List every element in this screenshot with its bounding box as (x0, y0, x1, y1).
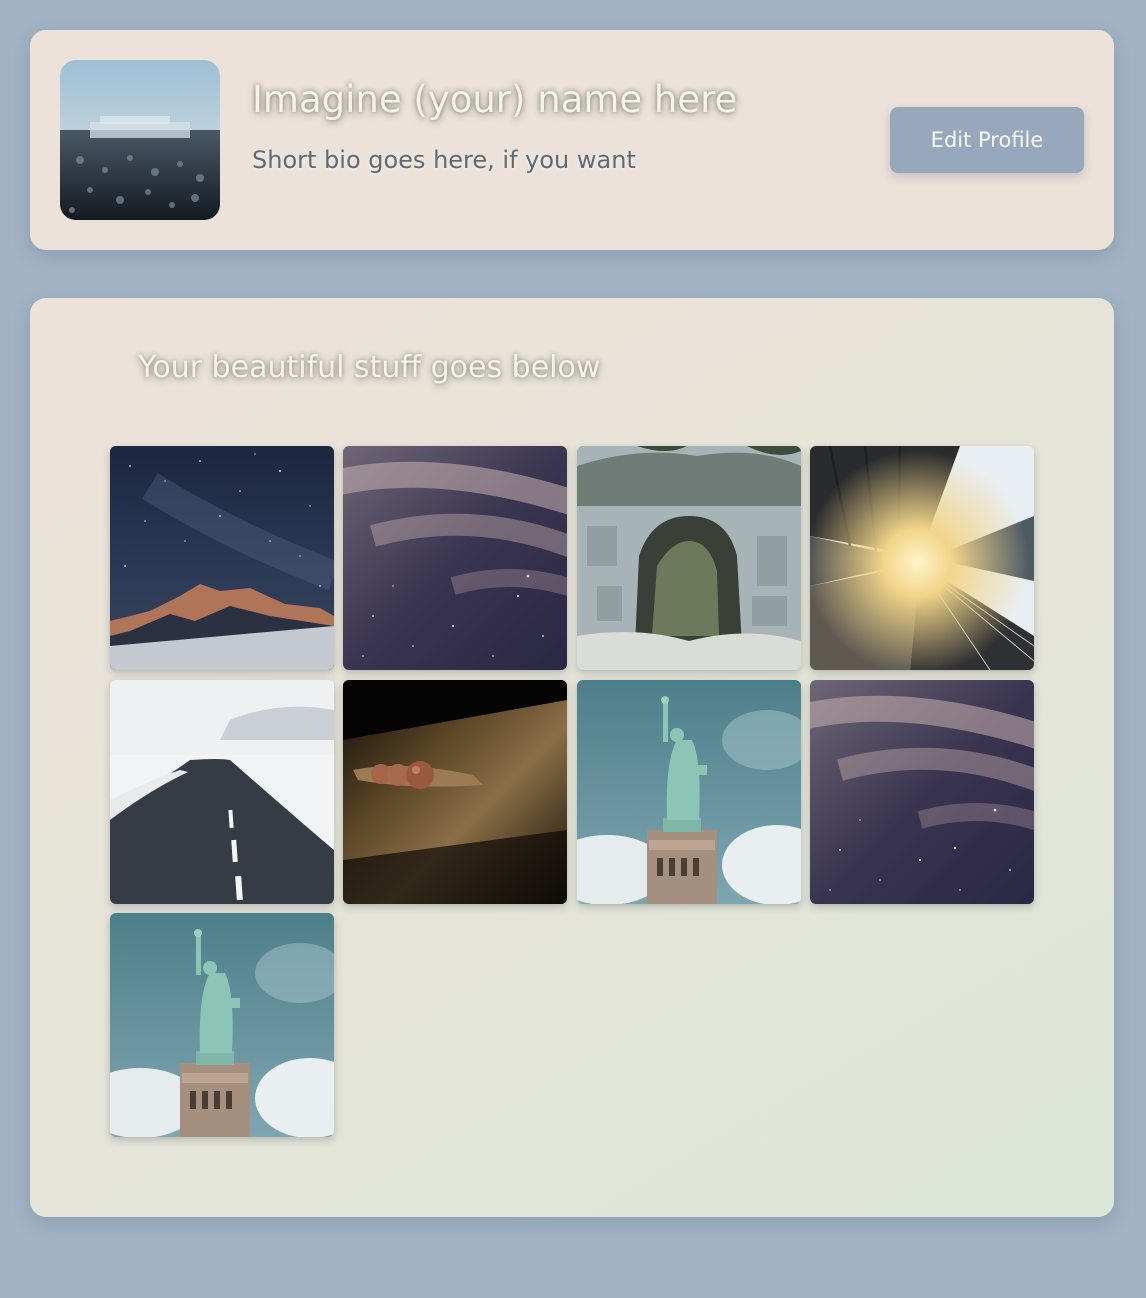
rock-arch-photo-icon (576, 446, 801, 670)
gallery-item[interactable] (110, 446, 334, 670)
gallery-item[interactable] (576, 679, 801, 904)
photo-grid (110, 446, 1034, 1137)
starry-sky-clouds-photo-icon (809, 679, 1034, 904)
city-skyline-photo-icon (60, 60, 220, 220)
gallery-item[interactable] (110, 913, 334, 1137)
gallery-item[interactable] (809, 679, 1034, 904)
train-platform-sunset-photo-icon (809, 446, 1034, 670)
starry-sky-clouds-photo-icon (343, 446, 568, 670)
gallery-heading: Your beautiful stuff goes below (138, 350, 601, 385)
profile-name: Imagine (your) name here (252, 78, 738, 121)
snowy-road-photo-icon (110, 679, 334, 904)
profile-card: Imagine (your) name here Short bio goes … (30, 30, 1114, 250)
gallery-item[interactable] (343, 679, 568, 904)
gallery-item[interactable] (576, 446, 801, 670)
night-sky-mountain-photo-icon (110, 446, 334, 670)
gallery-card: Your beautiful stuff goes below (30, 298, 1114, 1217)
gallery-item[interactable] (809, 446, 1034, 670)
profile-bio: Short bio goes here, if you want (252, 146, 636, 174)
statue-of-liberty-photo-icon (576, 679, 801, 904)
statue-of-liberty-photo-icon (110, 913, 334, 1137)
edit-profile-button[interactable]: Edit Profile (890, 107, 1084, 173)
gallery-item[interactable] (343, 446, 568, 670)
avatar[interactable] (60, 60, 220, 220)
gallery-item[interactable] (110, 679, 334, 904)
seed-pods-on-wood-photo-icon (343, 679, 568, 904)
